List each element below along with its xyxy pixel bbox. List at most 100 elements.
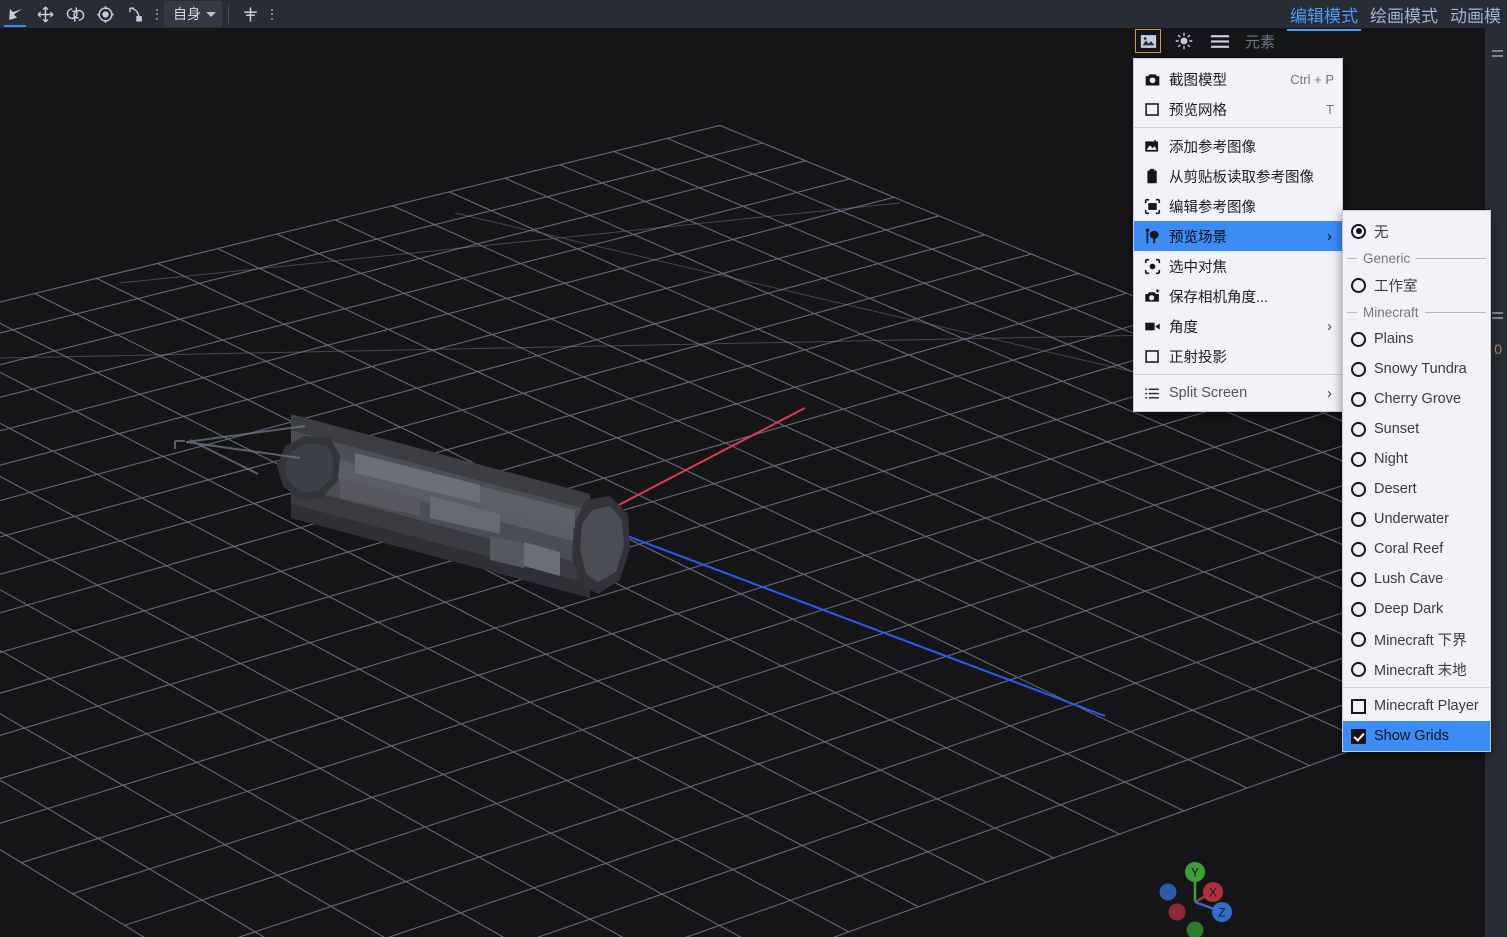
menu-item-label: 截图模型 xyxy=(1169,72,1227,89)
viewport-context-menu[interactable]: 截图模型 Ctrl + P 预览网格 T 添加参考图像 从剪贴板读取参考图像 编辑参考图像预… xyxy=(1133,58,1343,412)
scene-option-15[interactable]: Minecraft 末地 xyxy=(1343,654,1490,684)
reference-image-button[interactable] xyxy=(1135,29,1161,53)
menu-item-label: 预览场景 xyxy=(1169,229,1227,246)
menu-item-label: 角度 xyxy=(1169,319,1198,336)
menu-item-12[interactable]: Split Screen › xyxy=(1134,378,1342,408)
focus-icon xyxy=(1143,257,1161,275)
scene-option-0[interactable]: 无 xyxy=(1343,216,1490,246)
menu-item-7[interactable]: 选中对焦 xyxy=(1134,251,1342,281)
tab-paint-mode[interactable]: 绘画模式 xyxy=(1364,2,1444,31)
radio-button[interactable] xyxy=(1351,541,1366,557)
menu-item-0[interactable]: 截图模型 Ctrl + P xyxy=(1134,64,1342,94)
add-image-icon xyxy=(1143,137,1161,155)
checkbox[interactable] xyxy=(1351,728,1366,744)
radio-button[interactable] xyxy=(1351,571,1366,587)
menu-item-6[interactable]: 预览场景 › xyxy=(1134,221,1342,251)
preview-scene-submenu[interactable]: 无 Generic 工作室 Minecraft Plains Snowy Tundra Ch… xyxy=(1342,210,1491,752)
scene-option-4[interactable]: Plains xyxy=(1343,324,1490,354)
scene-option-2[interactable]: 工作室 xyxy=(1343,270,1490,300)
scene-option-9[interactable]: Desert xyxy=(1343,474,1490,504)
scene-option-12[interactable]: Lush Cave xyxy=(1343,564,1490,594)
menu-item-10[interactable]: 正射投影 xyxy=(1134,341,1342,371)
bend-icon xyxy=(128,6,142,22)
scene-option-label: Night xyxy=(1374,451,1408,467)
chevron-right-icon: › xyxy=(1327,227,1332,245)
scene-option-label: Deep Dark xyxy=(1374,601,1444,617)
tab-edit-mode[interactable]: 编辑模式 xyxy=(1284,2,1364,31)
top-toolbar: 自身 编辑模式 绘画模式 动画模 xyxy=(0,0,1507,31)
transform-space-select[interactable]: 自身 xyxy=(164,1,222,27)
pivot-center-button[interactable] xyxy=(235,0,265,28)
pivot-target-icon xyxy=(96,5,114,23)
scene-option-5[interactable]: Snowy Tundra xyxy=(1343,354,1490,384)
scene-option-label: Lush Cave xyxy=(1374,571,1444,587)
chevron-right-icon: › xyxy=(1327,384,1332,402)
move-tool-button[interactable] xyxy=(30,0,60,28)
scene-option-18[interactable]: Show Grids xyxy=(1343,721,1490,751)
radio-button[interactable] xyxy=(1351,361,1366,377)
tool-overflow-dots[interactable] xyxy=(150,0,164,28)
radio-button[interactable] xyxy=(1351,451,1366,467)
pivot-overflow-dots[interactable] xyxy=(265,0,279,28)
radio-button[interactable] xyxy=(1351,481,1366,497)
mode-tabs: 编辑模式 绘画模式 动画模 xyxy=(1284,0,1507,31)
resize-tool-button[interactable] xyxy=(60,0,90,28)
scene-option-13[interactable]: Deep Dark xyxy=(1343,594,1490,624)
checkbox[interactable] xyxy=(1351,698,1366,714)
scene-option-label: 无 xyxy=(1374,224,1389,241)
axis-gizmo[interactable]: YXZ xyxy=(1150,850,1250,937)
lighting-button[interactable] xyxy=(1172,30,1196,52)
scene-option-label: Minecraft 末地 xyxy=(1374,662,1467,679)
menu-item-4[interactable]: 从剪贴板读取参考图像 xyxy=(1134,161,1342,191)
tab-animate-mode[interactable]: 动画模 xyxy=(1444,2,1507,31)
section-rule-left xyxy=(1347,257,1357,259)
scene-option-6[interactable]: Cherry Grove xyxy=(1343,384,1490,414)
select-tool-button[interactable] xyxy=(0,0,30,28)
clipboard-icon xyxy=(1143,167,1161,185)
menu-item-3[interactable]: 添加参考图像 xyxy=(1134,131,1342,161)
menu-item-9[interactable]: 角度 › xyxy=(1134,311,1342,341)
bend-tool-button[interactable] xyxy=(120,0,150,28)
right-panel-handle-mid[interactable] xyxy=(1492,312,1503,319)
application-window: YXZ 自身 编辑模式 绘画模式 动画模 元素 0 截图模型 Ctrl + P … xyxy=(0,0,1507,937)
menu-item-label: 编辑参考图像 xyxy=(1169,199,1256,216)
scene-option-label: Underwater xyxy=(1374,511,1449,527)
radio-button[interactable] xyxy=(1351,391,1366,407)
radio-button[interactable] xyxy=(1351,331,1366,347)
scene-option-11[interactable]: Coral Reef xyxy=(1343,534,1490,564)
scene-option-label: Desert xyxy=(1374,481,1417,497)
scene-option-label: Minecraft Player xyxy=(1374,698,1479,714)
menu-section-header: Generic xyxy=(1343,246,1490,270)
scene-option-14[interactable]: Minecraft 下界 xyxy=(1343,624,1490,654)
scene-option-label: 工作室 xyxy=(1374,278,1418,295)
pivot-tool-button[interactable] xyxy=(90,0,120,28)
radio-button[interactable] xyxy=(1351,631,1366,647)
right-panel-value: 0 xyxy=(1494,341,1502,357)
menu-item-5[interactable]: 编辑参考图像 xyxy=(1134,191,1342,221)
scene-option-17[interactable]: Minecraft Player xyxy=(1343,691,1490,721)
section-label: Minecraft xyxy=(1363,304,1419,320)
scene-option-label: Plains xyxy=(1374,331,1414,347)
radio-button[interactable] xyxy=(1351,661,1366,677)
svg-text:Z: Z xyxy=(1218,906,1225,920)
menu-item-1[interactable]: 预览网格 T xyxy=(1134,94,1342,124)
move-arrows-icon xyxy=(37,6,53,22)
scene-option-label: Cherry Grove xyxy=(1374,391,1462,407)
transform-space-label: 自身 xyxy=(173,6,201,22)
radio-button[interactable] xyxy=(1351,601,1366,617)
radio-button[interactable] xyxy=(1351,223,1366,239)
scene-option-7[interactable]: Sunset xyxy=(1343,414,1490,444)
menu-item-label: 添加参考图像 xyxy=(1169,139,1256,156)
tab-edit-mode-label: 编辑模式 xyxy=(1290,7,1358,26)
scene-option-10[interactable]: Underwater xyxy=(1343,504,1490,534)
right-panel-handle-top[interactable] xyxy=(1492,50,1503,57)
radio-button[interactable] xyxy=(1351,421,1366,437)
radio-button[interactable] xyxy=(1351,511,1366,527)
camera-icon xyxy=(1143,70,1161,88)
viewport-menu-button[interactable] xyxy=(1208,30,1232,52)
hamburger-menu-icon xyxy=(1210,34,1230,48)
menu-item-8[interactable]: 保存相机角度... xyxy=(1134,281,1342,311)
scene-option-8[interactable]: Night xyxy=(1343,444,1490,474)
viewport-icon-row xyxy=(1135,28,1232,54)
radio-button[interactable] xyxy=(1351,277,1366,293)
